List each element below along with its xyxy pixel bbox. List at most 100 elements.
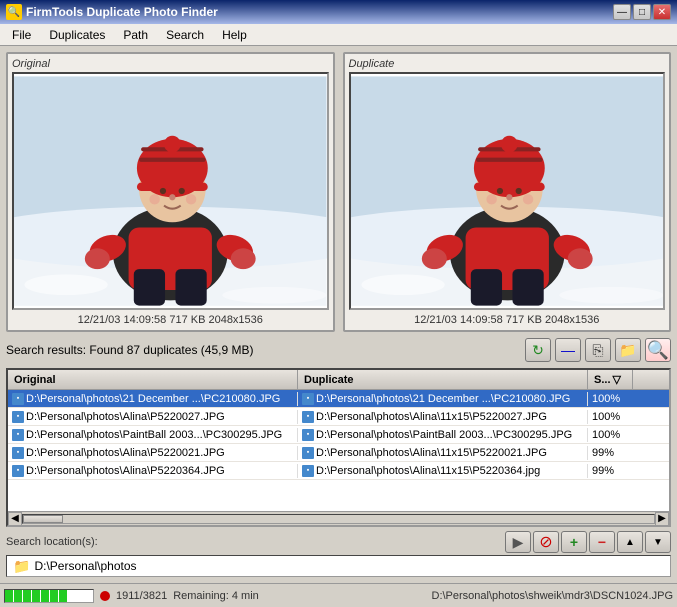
location-input[interactable]: 📁 D:\Personal\photos	[6, 555, 671, 577]
file-icon: ▪	[12, 393, 24, 405]
menu-path[interactable]: Path	[115, 26, 156, 44]
menu-help[interactable]: Help	[214, 26, 255, 44]
progress-seg-3	[23, 590, 31, 602]
results-table: Original Duplicate S... ▽ ▪ D:\Personal\…	[6, 368, 671, 527]
file-icon: ▪	[302, 393, 314, 405]
cell-original-1: ▪ D:\Personal\photos\Alina\P5220027.JPG	[8, 410, 298, 424]
scroll-track[interactable]	[22, 514, 655, 524]
status-counter: 1911/3821	[116, 590, 167, 602]
minus-button[interactable]: —	[555, 338, 581, 362]
file-icon: ▪	[302, 411, 314, 423]
col-header-duplicate[interactable]: Duplicate	[298, 370, 588, 389]
menu-file[interactable]: File	[4, 26, 39, 44]
cell-score-3: 99%	[588, 446, 633, 460]
menu-duplicates[interactable]: Duplicates	[41, 26, 113, 44]
table-body: ▪ D:\Personal\photos\21 December ...\PC2…	[8, 390, 669, 511]
progress-seg-4	[32, 590, 40, 602]
cell-score-2: 100%	[588, 428, 633, 442]
search-location-row: Search location(s): ▶ ⊘ + − ▲ ▼	[6, 531, 671, 553]
maximize-button[interactable]: □	[633, 4, 651, 20]
original-photo-svg	[14, 74, 327, 308]
main-content: Original	[0, 46, 677, 583]
duplicate-photo-svg	[351, 74, 664, 308]
status-indicator	[100, 591, 110, 601]
table-header: Original Duplicate S... ▽	[8, 370, 669, 390]
search-results-text: Search results: Found 87 duplicates (45,…	[6, 343, 253, 357]
cell-duplicate-2: ▪ D:\Personal\photos\PaintBall 2003...\P…	[298, 428, 588, 442]
original-label: Original	[12, 58, 50, 70]
cell-original-3: ▪ D:\Personal\photos\Alina\P5220021.JPG	[8, 446, 298, 460]
table-row[interactable]: ▪ D:\Personal\photos\Alina\P5220027.JPG …	[8, 408, 669, 426]
search-button[interactable]: 🔍	[645, 338, 671, 362]
cell-score-4: 99%	[588, 464, 633, 478]
scroll-left-button[interactable]: ◀	[8, 512, 22, 526]
cell-duplicate-0: ▪ D:\Personal\photos\21 December ...\PC2…	[298, 392, 588, 406]
status-bar: 1911/3821 Remaining: 4 min D:\Personal\p…	[0, 583, 677, 607]
remove-location-button[interactable]: −	[589, 531, 615, 553]
title-bar-buttons: — □ ✕	[613, 4, 671, 20]
status-current-file: D:\Personal\photos\shweik\mdr3\DSCN1024.…	[432, 590, 674, 602]
move-up-button[interactable]: ▲	[617, 531, 643, 553]
cell-duplicate-1: ▪ D:\Personal\photos\Alina\11x15\P522002…	[298, 410, 588, 424]
table-row[interactable]: ▪ D:\Personal\photos\21 December ...\PC2…	[8, 390, 669, 408]
cell-original-2: ▪ D:\Personal\photos\PaintBall 2003...\P…	[8, 428, 298, 442]
file-icon: ▪	[12, 465, 24, 477]
progress-seg-2	[14, 590, 22, 602]
add-location-button[interactable]: +	[561, 531, 587, 553]
original-photo-frame	[12, 72, 329, 310]
file-icon: ▪	[12, 447, 24, 459]
play-button[interactable]: ▶	[505, 531, 531, 553]
cell-duplicate-3: ▪ D:\Personal\photos\Alina\11x15\P522002…	[298, 446, 588, 460]
location-buttons: ▶ ⊘ + − ▲ ▼	[505, 531, 671, 553]
title-bar-left: 🔍 FirmTools Duplicate Photo Finder	[6, 4, 218, 20]
copy-button[interactable]: ⎘	[585, 338, 611, 362]
title-bar: 🔍 FirmTools Duplicate Photo Finder — □ ✕	[0, 0, 677, 24]
duplicate-panel: Duplicate	[343, 52, 672, 332]
folder-button[interactable]: 📁	[615, 338, 641, 362]
original-panel: Original	[6, 52, 335, 332]
progress-bar	[4, 589, 94, 603]
cell-duplicate-4: ▪ D:\Personal\photos\Alina\11x15\P522036…	[298, 464, 588, 478]
file-icon: ▪	[12, 429, 24, 441]
cell-original-4: ▪ D:\Personal\photos\Alina\P5220364.JPG	[8, 464, 298, 478]
scroll-right-button[interactable]: ▶	[655, 512, 669, 526]
table-row[interactable]: ▪ D:\Personal\photos\PaintBall 2003...\P…	[8, 426, 669, 444]
app-icon: 🔍	[6, 4, 22, 20]
file-icon: ▪	[302, 447, 314, 459]
table-row[interactable]: ▪ D:\Personal\photos\Alina\P5220021.JPG …	[8, 444, 669, 462]
toolbar-row: Search results: Found 87 duplicates (45,…	[6, 336, 671, 364]
duplicate-meta: 12/21/03 14:09:58 717 KB 2048x1536	[414, 314, 599, 326]
duplicate-label: Duplicate	[349, 58, 395, 70]
scroll-thumb[interactable]	[23, 515, 63, 523]
folder-icon: 📁	[13, 558, 30, 575]
photos-row: Original	[6, 52, 671, 332]
horizontal-scrollbar[interactable]: ◀ ▶	[8, 511, 669, 525]
search-location-section: Search location(s): ▶ ⊘ + − ▲ ▼ 📁 D:\Per…	[6, 531, 671, 577]
file-icon: ▪	[302, 465, 314, 477]
refresh-button[interactable]: ↻	[525, 338, 551, 362]
col-header-original[interactable]: Original	[8, 370, 298, 389]
cell-original-0: ▪ D:\Personal\photos\21 December ...\PC2…	[8, 392, 298, 406]
location-path: D:\Personal\photos	[34, 559, 136, 573]
file-icon: ▪	[12, 411, 24, 423]
close-button[interactable]: ✕	[653, 4, 671, 20]
search-location-label: Search location(s):	[6, 536, 98, 548]
progress-seg-5	[41, 590, 49, 602]
progress-seg-1	[5, 590, 13, 602]
progress-seg-6	[50, 590, 58, 602]
progress-seg-7	[59, 590, 67, 602]
minimize-button[interactable]: —	[613, 4, 631, 20]
original-meta: 12/21/03 14:09:58 717 KB 2048x1536	[78, 314, 263, 326]
cell-score-0: 100%	[588, 392, 633, 406]
table-row[interactable]: ▪ D:\Personal\photos\Alina\P5220364.JPG …	[8, 462, 669, 480]
file-icon: ▪	[302, 429, 314, 441]
col-header-score[interactable]: S... ▽	[588, 370, 633, 389]
window-title: FirmTools Duplicate Photo Finder	[26, 5, 218, 19]
menu-search[interactable]: Search	[158, 26, 212, 44]
menu-bar: File Duplicates Path Search Help	[0, 24, 677, 46]
duplicate-photo-frame	[349, 72, 666, 310]
move-down-button[interactable]: ▼	[645, 531, 671, 553]
stop-button[interactable]: ⊘	[533, 531, 559, 553]
toolbar-buttons: ↻ — ⎘ 📁 🔍	[525, 338, 671, 362]
status-remaining: Remaining: 4 min	[173, 590, 259, 602]
